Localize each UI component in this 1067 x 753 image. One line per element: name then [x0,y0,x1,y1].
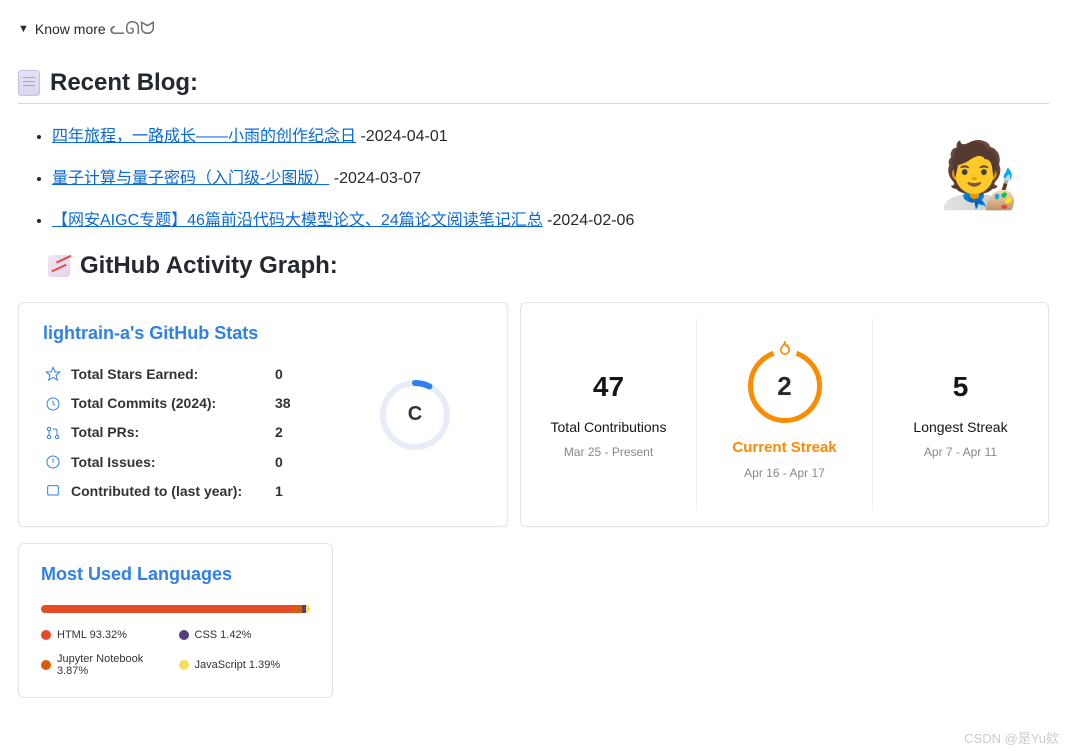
blog-link[interactable]: 四年旅程，一路成长——小雨的创作纪念日 [52,128,356,145]
watermark: CSDN @是Yu欸 [964,728,1059,747]
current-streak: 2 Current Streak Apr 16 - Apr 17 [696,319,872,510]
know-more-details[interactable]: ▼ Know more ᓚᘏᗢ [18,18,1049,39]
github-stats-card: lightrain-a's GitHub Stats Total Stars E… [18,302,508,527]
longest-streak: 5 Longest Streak Apr 7 - Apr 11 [872,319,1048,510]
know-more-label: Know more [35,21,106,37]
blog-link[interactable]: 【网安AIGC专题】46篇前沿代码大模型论文、24篇论文阅读笔记汇总 [52,212,543,229]
lang-item: Jupyter Notebook 3.87% [41,653,173,677]
blog-list: 四年旅程，一路成长——小雨的创作纪念日 -2024-04-01 量子计算与量子密… [18,122,1049,230]
stat-row: Total Issues: 0 [45,448,315,475]
stat-row: Total Stars Earned: 0 [45,360,315,387]
blog-item: 四年旅程，一路成长——小雨的创作纪念日 -2024-04-01 [52,122,1049,146]
languages-card: Most Used Languages HTML 93.32% CSS 1.42… [18,543,333,698]
rank-letter: C [377,377,453,453]
stat-row: Total PRs: 2 [45,419,315,446]
artist-emoji-icon: 🧑‍🎨 [939,138,1019,213]
lang-item: JavaScript 1.39% [179,653,311,677]
activity-heading: GitHub Activity Graph: [48,252,1049,280]
stat-row: Total Commits (2024): 38 [45,389,315,416]
recent-blog-heading: Recent Blog: [18,69,1049,97]
pr-icon [45,425,61,441]
stats-title: lightrain-a's GitHub Stats [43,323,317,344]
languages-bar [41,605,310,613]
blog-item: 【网安AIGC专题】46篇前沿代码大模型论文、24篇论文阅读笔记汇总 -2024… [52,206,1049,230]
blog-date: -2024-03-07 [334,170,421,187]
blog-date: -2024-02-06 [547,212,634,229]
blog-item: 量子计算与量子密码（入门级-少图版） -2024-03-07 [52,164,1049,188]
cat-icon: ᓚᘏᗢ [108,18,155,39]
memo-icon [18,70,40,96]
clock-icon [45,396,61,412]
star-icon [45,366,61,382]
divider [18,103,1049,104]
total-contributions: 47 Total Contributions Mar 25 - Present [521,319,696,510]
streak-card: 47 Total Contributions Mar 25 - Present … [520,302,1049,527]
lang-item: HTML 93.32% [41,629,173,641]
rank-circle: C [377,377,453,453]
stat-row: Contributed to (last year): 1 [45,477,315,504]
fire-icon [773,338,797,362]
chart-increasing-icon [48,255,70,277]
blog-date: -2024-04-01 [360,128,447,145]
repo-icon [45,483,61,499]
languages-title: Most Used Languages [41,564,310,585]
lang-item: CSS 1.42% [179,629,311,641]
triangle-down-icon: ▼ [18,23,29,35]
issue-icon [45,454,61,470]
blog-link[interactable]: 量子计算与量子密码（入门级-少图版） [52,170,329,187]
